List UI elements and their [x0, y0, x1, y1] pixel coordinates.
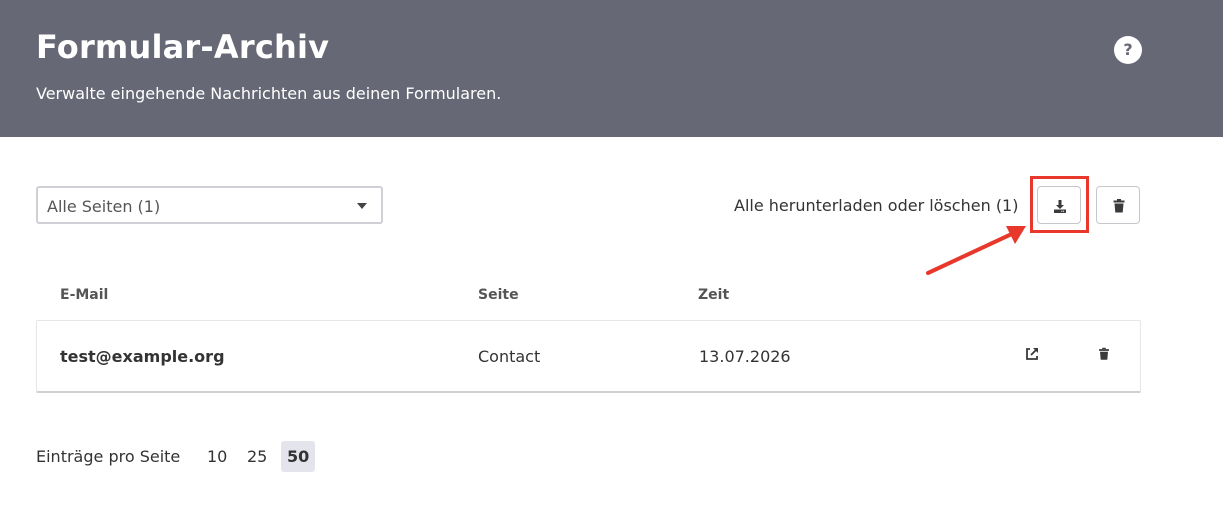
per-page-option-10[interactable]: 10 — [201, 441, 233, 472]
page-filter-select[interactable]: Alle Seiten (1) — [36, 186, 383, 224]
table-row[interactable]: test@example.org Contact 13.07.2026 — [36, 320, 1141, 393]
delete-all-button[interactable] — [1096, 186, 1140, 224]
help-icon[interactable]: ? — [1114, 36, 1142, 64]
page-filter-value: Alle Seiten (1) — [47, 197, 161, 216]
trash-icon — [1113, 199, 1125, 213]
column-header-email[interactable]: E-Mail — [60, 287, 108, 303]
row-email: test@example.org — [60, 347, 225, 366]
per-page-option-50[interactable]: 50 — [281, 441, 316, 472]
download-all-button[interactable] — [1037, 186, 1081, 224]
column-header-time[interactable]: Zeit — [698, 287, 729, 303]
chevron-down-icon — [357, 203, 367, 209]
per-page-label: Einträge pro Seite — [36, 447, 181, 466]
row-time: 13.07.2026 — [699, 347, 791, 366]
column-header-page[interactable]: Seite — [478, 287, 519, 303]
trash-icon[interactable] — [1096, 346, 1112, 362]
page-subtitle: Verwalte eingehende Nachrichten aus dein… — [36, 84, 502, 103]
bulk-actions-label: Alle herunterladen oder löschen (1) — [734, 196, 1019, 215]
page-header: Formular-Archiv Verwalte eingehende Nach… — [0, 0, 1223, 137]
row-page: Contact — [478, 347, 541, 366]
per-page-option-25[interactable]: 25 — [241, 441, 273, 472]
page-title: Formular-Archiv — [36, 28, 330, 66]
red-arrow-annotation — [926, 226, 1026, 275]
download-icon — [1054, 200, 1066, 213]
external-link-icon[interactable] — [1024, 346, 1040, 362]
